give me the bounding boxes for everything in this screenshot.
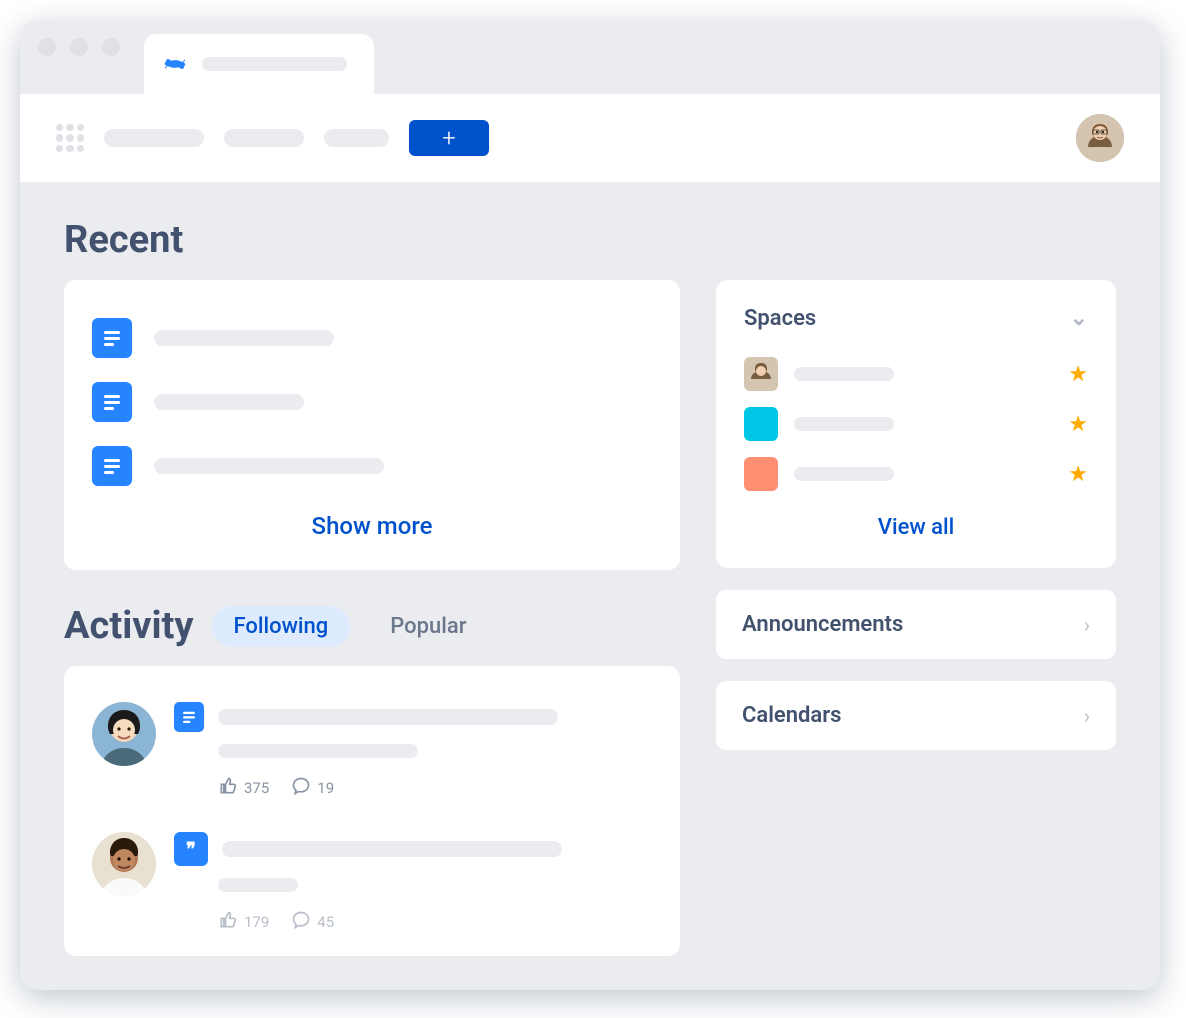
- star-icon[interactable]: ★: [1068, 462, 1088, 487]
- tab-popular[interactable]: Popular: [368, 606, 488, 647]
- browser-tab[interactable]: [144, 34, 374, 94]
- star-icon[interactable]: ★: [1068, 412, 1088, 437]
- chevron-right-icon: ›: [1084, 704, 1090, 728]
- nav-item[interactable]: [324, 129, 389, 147]
- user-avatar[interactable]: [92, 702, 156, 766]
- chevron-down-icon[interactable]: ⌄: [1070, 306, 1088, 331]
- comment-count-value: 19: [317, 779, 334, 797]
- tab-title-placeholder: [202, 57, 347, 71]
- comment-icon: [291, 776, 311, 800]
- page-icon: [92, 318, 132, 358]
- announcements-panel[interactable]: Announcements ›: [716, 590, 1116, 659]
- activity-item[interactable]: 375 19: [92, 692, 652, 822]
- main-body: Recent: [20, 182, 1160, 990]
- like-count[interactable]: 179: [218, 910, 269, 934]
- app-window: + Recent: [20, 20, 1160, 990]
- comment-count[interactable]: 19: [291, 776, 334, 800]
- app-switcher-icon[interactable]: [56, 124, 84, 152]
- space-item[interactable]: ★: [744, 449, 1088, 499]
- spaces-card: Spaces ⌄ ★ ★: [716, 280, 1116, 568]
- chevron-right-icon: ›: [1084, 613, 1090, 637]
- thumbs-up-icon: [218, 776, 238, 800]
- space-item[interactable]: ★: [744, 349, 1088, 399]
- comment-count[interactable]: 45: [291, 910, 334, 934]
- nav-item[interactable]: [224, 129, 304, 147]
- view-all-link[interactable]: View all: [744, 499, 1088, 542]
- activity-subtitle-placeholder: [218, 744, 418, 758]
- browser-chrome: [20, 20, 1160, 94]
- recent-item[interactable]: [92, 434, 652, 498]
- activity-subtitle-placeholder: [218, 878, 298, 892]
- page-icon: [92, 446, 132, 486]
- confluence-logo-icon: [162, 51, 188, 77]
- space-name-placeholder: [794, 467, 894, 481]
- like-count-value: 375: [244, 779, 269, 797]
- announcements-label: Announcements: [742, 612, 903, 637]
- plus-icon: +: [442, 124, 456, 152]
- space-color-icon: [744, 407, 778, 441]
- space-color-icon: [744, 457, 778, 491]
- space-name-placeholder: [794, 367, 894, 381]
- profile-avatar[interactable]: [1076, 114, 1124, 162]
- comment-count-value: 45: [317, 913, 334, 931]
- calendars-label: Calendars: [742, 703, 841, 728]
- traffic-light-minimize[interactable]: [70, 38, 88, 56]
- quote-icon: ❞: [174, 832, 208, 866]
- create-button[interactable]: +: [409, 120, 489, 156]
- traffic-lights: [38, 38, 120, 56]
- thumbs-up-icon: [218, 910, 238, 934]
- recent-item-title-placeholder: [154, 394, 304, 410]
- page-icon: [92, 382, 132, 422]
- space-item[interactable]: ★: [744, 399, 1088, 449]
- recent-item-title-placeholder: [154, 330, 334, 346]
- recent-item[interactable]: [92, 370, 652, 434]
- activity-card: 375 19: [64, 666, 680, 956]
- top-nav: +: [20, 94, 1160, 182]
- activity-header: Activity Following Popular: [64, 604, 680, 648]
- like-count-value: 179: [244, 913, 269, 931]
- calendars-panel[interactable]: Calendars ›: [716, 681, 1116, 750]
- spaces-heading: Spaces: [744, 306, 816, 331]
- space-avatar-icon: [744, 357, 778, 391]
- star-icon[interactable]: ★: [1068, 362, 1088, 387]
- nav-item[interactable]: [104, 129, 204, 147]
- recent-card: Show more: [64, 280, 680, 570]
- traffic-light-close[interactable]: [38, 38, 56, 56]
- tab-following[interactable]: Following: [212, 606, 351, 647]
- recent-item-title-placeholder: [154, 458, 384, 474]
- traffic-light-zoom[interactable]: [102, 38, 120, 56]
- activity-title-placeholder: [218, 709, 558, 725]
- space-name-placeholder: [794, 417, 894, 431]
- like-count[interactable]: 375: [218, 776, 269, 800]
- user-avatar[interactable]: [92, 832, 156, 896]
- show-more-link[interactable]: Show more: [92, 498, 652, 544]
- comment-icon: [291, 910, 311, 934]
- page-icon: [174, 702, 204, 732]
- activity-item[interactable]: ❞ 179: [92, 822, 652, 956]
- activity-heading: Activity: [64, 604, 194, 648]
- recent-heading: Recent: [64, 218, 1116, 262]
- recent-item[interactable]: [92, 306, 652, 370]
- activity-title-placeholder: [222, 841, 562, 857]
